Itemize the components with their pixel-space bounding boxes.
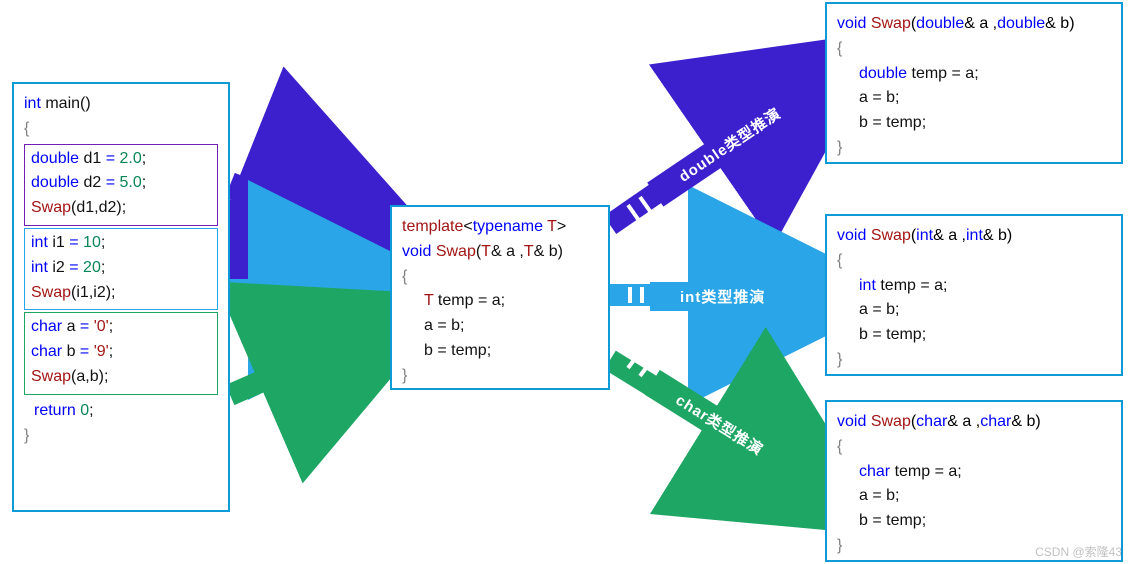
block-char: char a = '0'; char b = '9'; Swap(a,b); [24, 312, 218, 394]
brace-close: } [24, 424, 218, 449]
arrow-double-to-template [230, 185, 380, 245]
watermark: CSDN @索隆43 [1035, 543, 1122, 560]
template-box: template<typename T> void Swap(T& a ,T& … [390, 205, 610, 390]
brace-open: { [24, 117, 218, 142]
block-double: double d1 = 2.0; double d2 = 5.0; Swap(d… [24, 144, 218, 226]
arrow-char-to-template [230, 330, 380, 395]
label-int-arrow: int类型推演 [650, 282, 795, 311]
out-double-box: void Swap(double& a ,double& b) { double… [825, 2, 1123, 164]
out-int-box: void Swap(int& a ,int& b) { int temp = a… [825, 214, 1123, 376]
main-signature: int main() [24, 92, 218, 117]
main-box: int main() { double d1 = 2.0; double d2 … [12, 82, 230, 512]
out-char-box: void Swap(char& a ,char& b) { char temp … [825, 400, 1123, 562]
block-int: int i1 = 10; int i2 = 20; Swap(i1,i2); [24, 228, 218, 310]
